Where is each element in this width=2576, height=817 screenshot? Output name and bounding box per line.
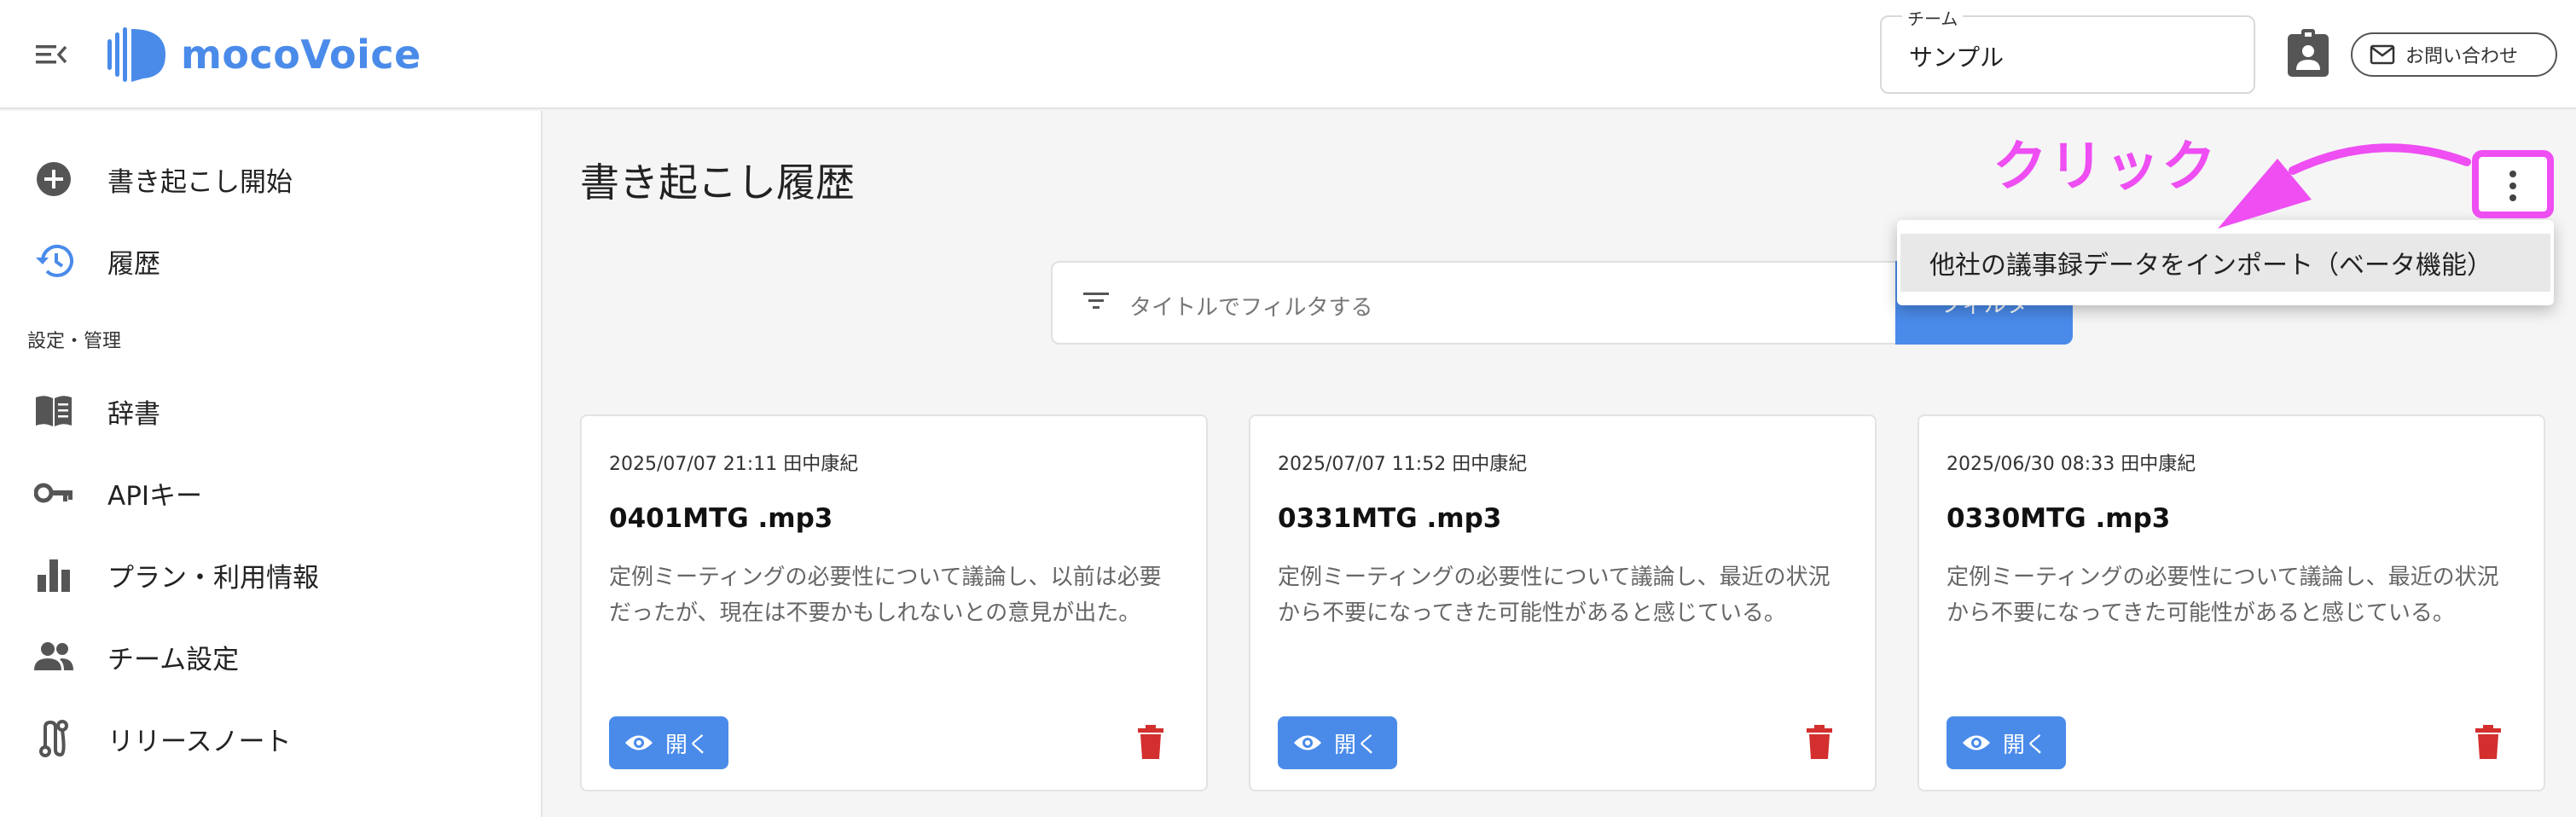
menu-collapse-icon[interactable] (34, 38, 68, 72)
card-summary: 定例ミーティングの必要性について議論し、最近の状況から不要になってきた可能性があ… (1947, 565, 2499, 626)
delete-icon[interactable] (1136, 725, 1165, 759)
open-button[interactable]: 開く (1947, 716, 2066, 769)
people-icon (32, 635, 75, 678)
sidebar-item-label: APIキー (107, 480, 203, 512)
card-title: 0331MTG .mp3 (1278, 503, 1502, 534)
sidebar-item-api-key[interactable]: APIキー (0, 459, 542, 527)
open-button-label: 開く (1334, 732, 1379, 758)
card-meta: 2025/07/07 21:11 田中康紀 (609, 454, 859, 475)
sidebar-item-dictionary[interactable]: 辞書 (0, 377, 542, 445)
add-circle-icon (32, 158, 75, 200)
contact-button-label: お問い合わせ (2405, 46, 2519, 67)
app-name: mocoVoice (181, 32, 421, 78)
delete-icon[interactable] (1805, 725, 1834, 759)
transcript-card[interactable]: 2025/07/07 21:11 田中康紀 0401MTG .mp3 定例ミーテ… (580, 414, 1208, 791)
team-select-value: サンプル (1909, 43, 2005, 72)
sidebar: 書き起こし開始 履歴 設定・管理 辞書 APIキー プラン・利用情報 チーム設定… (0, 111, 542, 817)
eye-icon (1963, 735, 1990, 750)
team-select-label: チーム (1902, 5, 1964, 30)
sidebar-item-label: 履歴 (107, 248, 160, 280)
logo-icon (106, 26, 171, 84)
history-icon (32, 240, 75, 282)
card-summary: 定例ミーティングの必要性について議論し、以前は必要だったが、現在は不要かもしれな… (609, 565, 1162, 626)
more-options-button[interactable] (2472, 150, 2554, 218)
eye-icon (1294, 735, 1321, 750)
sidebar-item-label: 辞書 (107, 398, 160, 430)
sidebar-item-label: プラン・利用情報 (107, 562, 319, 594)
transcript-card[interactable]: 2025/07/07 11:52 田中康紀 0331MTG .mp3 定例ミーテ… (1249, 414, 1877, 791)
app-header: mocoVoice チーム サンプル お問い合わせ (0, 0, 2576, 109)
sidebar-item-plan[interactable]: プラン・利用情報 (0, 541, 542, 609)
more-vert-icon (2509, 171, 2518, 206)
menu-item-import[interactable]: 他社の議事録データをインポート（ベータ機能） (1900, 234, 2550, 292)
filter-placeholder: タイトルでフィルタする (1129, 295, 1373, 321)
card-meta: 2025/06/30 08:33 田中康紀 (1947, 454, 2196, 475)
contact-button[interactable]: お問い合わせ (2351, 32, 2557, 77)
team-select[interactable]: チーム サンプル (1880, 5, 2255, 94)
open-button-label: 開く (2003, 732, 2048, 758)
filter-icon (1082, 288, 1111, 317)
app-logo[interactable]: mocoVoice (106, 24, 421, 85)
open-button[interactable]: 開く (609, 716, 728, 769)
sidebar-item-label: リリースノート (107, 726, 292, 757)
card-title: 0401MTG .mp3 (609, 503, 833, 534)
eye-icon (625, 735, 653, 750)
mail-icon (2370, 44, 2395, 65)
annotation-arrow-icon (2218, 143, 2471, 229)
filter-input[interactable]: タイトルでフィルタする (1051, 261, 1904, 345)
card-title: 0330MTG .mp3 (1947, 503, 2171, 534)
sidebar-item-label: チーム設定 (107, 644, 240, 675)
account-badge-icon[interactable] (2286, 27, 2330, 78)
bar-chart-icon (32, 553, 75, 596)
card-summary: 定例ミーティングの必要性について議論し、最近の状況から不要になってきた可能性があ… (1278, 565, 1830, 626)
sidebar-item-history[interactable]: 履歴 (0, 227, 542, 295)
page-title: 書き起こし履歴 (580, 159, 855, 206)
sidebar-item-release-notes[interactable]: リリースノート (0, 704, 542, 773)
book-icon (32, 390, 75, 432)
delete-icon[interactable] (2474, 725, 2503, 759)
open-button-label: 開く (665, 732, 711, 758)
settings-section-label: 設定・管理 (27, 331, 122, 352)
card-meta: 2025/07/07 11:52 田中康紀 (1278, 454, 1528, 475)
sidebar-item-team-settings[interactable]: チーム設定 (0, 623, 542, 691)
transcript-card[interactable]: 2025/06/30 08:33 田中康紀 0330MTG .mp3 定例ミーテ… (1917, 414, 2545, 791)
sidebar-item-label: 書き起こし開始 (107, 166, 293, 198)
sidebar-item-transcribe[interactable]: 書き起こし開始 (0, 145, 542, 213)
open-button[interactable]: 開く (1278, 716, 1397, 769)
route-icon (32, 717, 75, 760)
key-icon (32, 472, 75, 514)
